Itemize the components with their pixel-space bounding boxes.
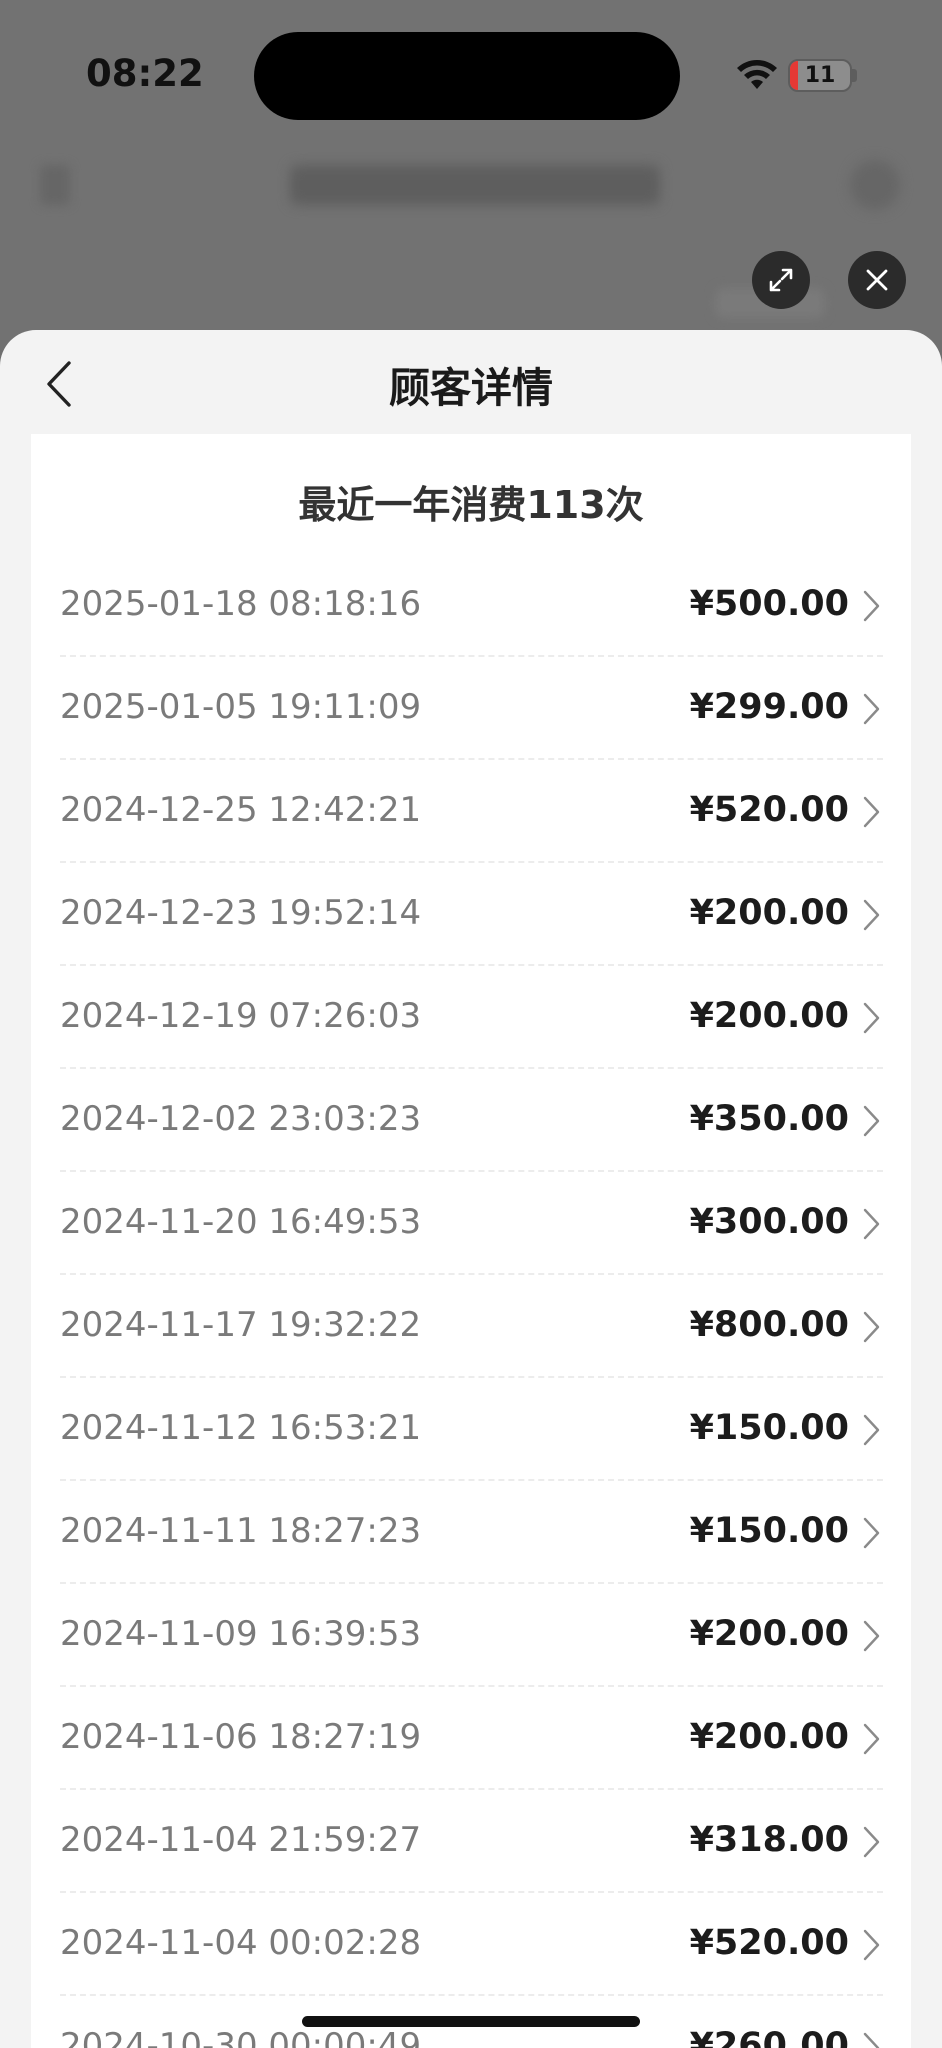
record-amount: ¥520.00	[689, 790, 849, 830]
background-back-button	[40, 165, 70, 205]
consumption-record-row[interactable]: 2024-11-09 16:39:53 ¥200.00	[60, 1584, 883, 1687]
chevron-right-icon	[863, 1208, 880, 1240]
record-amount: ¥200.00	[689, 893, 849, 933]
chevron-right-icon	[863, 1929, 880, 1961]
record-datetime: 2024-11-12 16:53:21	[60, 1408, 422, 1448]
chevron-right-icon	[863, 1620, 880, 1652]
record-amount: ¥520.00	[689, 1923, 849, 1963]
record-amount: ¥299.00	[689, 687, 849, 727]
consumption-record-row[interactable]: 2024-12-19 07:26:03 ¥200.00	[60, 966, 883, 1069]
record-datetime: 2024-11-09 16:39:53	[60, 1614, 422, 1654]
wifi-icon	[737, 60, 777, 89]
record-amount: ¥200.00	[689, 996, 849, 1036]
status-time: 08:22	[86, 52, 204, 95]
consumption-record-row[interactable]: 2025-01-18 08:18:16 ¥500.00	[60, 554, 883, 657]
chevron-right-icon	[863, 1826, 880, 1858]
battery-icon: 11	[788, 59, 852, 92]
record-datetime: 2024-11-20 16:49:53	[60, 1202, 422, 1242]
record-datetime: 2024-11-06 18:27:19	[60, 1717, 422, 1757]
record-datetime: 2024-11-17 19:32:22	[60, 1305, 422, 1345]
chevron-right-icon	[863, 1311, 880, 1343]
home-indicator[interactable]	[302, 2016, 640, 2027]
record-amount: ¥800.00	[689, 1305, 849, 1345]
record-amount: ¥150.00	[689, 1408, 849, 1448]
record-amount: ¥200.00	[689, 1614, 849, 1654]
record-datetime: 2024-11-11 18:27:23	[60, 1511, 422, 1551]
record-datetime: 2024-11-04 21:59:27	[60, 1820, 422, 1860]
consumption-list: 2025-01-18 08:18:16 ¥500.00 2025-01-05 19:…	[60, 554, 883, 2048]
chevron-right-icon	[863, 1723, 880, 1755]
battery-level: 11	[804, 63, 836, 88]
record-amount: ¥150.00	[689, 1511, 849, 1551]
record-datetime: 2025-01-18 08:18:16	[60, 584, 422, 624]
record-amount: ¥318.00	[689, 1820, 849, 1860]
record-datetime: 2024-12-25 12:42:21	[60, 790, 422, 830]
expand-button[interactable]	[752, 251, 810, 309]
expand-arrows-icon	[769, 268, 793, 292]
chevron-right-icon	[863, 899, 880, 931]
chevron-right-icon	[863, 1414, 880, 1446]
consumption-record-row[interactable]: 2024-12-23 19:52:14 ¥200.00	[60, 863, 883, 966]
consumption-record-row[interactable]: 2025-01-05 19:11:09 ¥299.00	[60, 657, 883, 760]
record-datetime: 2024-12-23 19:52:14	[60, 893, 422, 933]
consumption-record-row[interactable]: 2024-11-04 21:59:27 ¥318.00	[60, 1790, 883, 1893]
consumption-record-row[interactable]: 2024-11-04 00:02:28 ¥520.00	[60, 1893, 883, 1996]
record-datetime: 2024-12-02 23:03:23	[60, 1099, 422, 1139]
consumption-record-row[interactable]: 2024-11-20 16:49:53 ¥300.00	[60, 1172, 883, 1275]
record-datetime: 2025-01-05 19:11:09	[60, 687, 422, 727]
screen: 08:22 11 顾客详情 最近一年消费113次 2025-01-18 08:1…	[0, 0, 942, 2048]
consumption-summary: 最近一年消费113次	[298, 483, 644, 527]
chevron-right-icon	[863, 1105, 880, 1137]
consumption-card: 最近一年消费113次 2025-01-18 08:18:16 ¥500.00 202…	[31, 434, 911, 2048]
consumption-record-row[interactable]: 2024-12-02 23:03:23 ¥350.00	[60, 1069, 883, 1172]
chevron-right-icon	[863, 1002, 880, 1034]
record-amount: ¥500.00	[689, 584, 849, 624]
record-amount: ¥350.00	[689, 1099, 849, 1139]
consumption-record-row[interactable]: 2024-11-06 18:27:19 ¥200.00	[60, 1687, 883, 1790]
background-menu-button	[850, 160, 900, 210]
record-amount: ¥300.00	[689, 1202, 849, 1242]
record-datetime: 2024-11-04 00:02:28	[60, 1923, 422, 1963]
background-page-title	[290, 165, 660, 205]
consumption-record-row[interactable]: 2024-11-17 19:32:22 ¥800.00	[60, 1275, 883, 1378]
record-amount: ¥200.00	[689, 1717, 849, 1757]
close-button[interactable]	[848, 251, 906, 309]
sheet-title: 顾客详情	[389, 364, 553, 412]
consumption-record-row[interactable]: 2024-11-11 18:27:23 ¥150.00	[60, 1481, 883, 1584]
consumption-record-row[interactable]: 2024-11-12 16:53:21 ¥150.00	[60, 1378, 883, 1481]
battery-tip	[852, 69, 857, 82]
chevron-right-icon	[863, 693, 880, 725]
chevron-right-icon	[863, 796, 880, 828]
chevron-right-icon	[863, 590, 880, 622]
record-amount: ¥260.00	[689, 2026, 849, 2048]
sheet-header: 顾客详情	[0, 330, 942, 434]
close-icon	[866, 269, 888, 291]
customer-detail-sheet: 顾客详情 最近一年消费113次 2025-01-18 08:18:16 ¥500.…	[0, 330, 942, 2048]
chevron-right-icon	[863, 1517, 880, 1549]
record-datetime: 2024-10-30 00:00:49	[60, 2026, 422, 2048]
chevron-right-icon	[863, 2032, 880, 2048]
record-datetime: 2024-12-19 07:26:03	[60, 996, 422, 1036]
dynamic-island	[254, 32, 680, 120]
consumption-record-row[interactable]: 2024-12-25 12:42:21 ¥520.00	[60, 760, 883, 863]
